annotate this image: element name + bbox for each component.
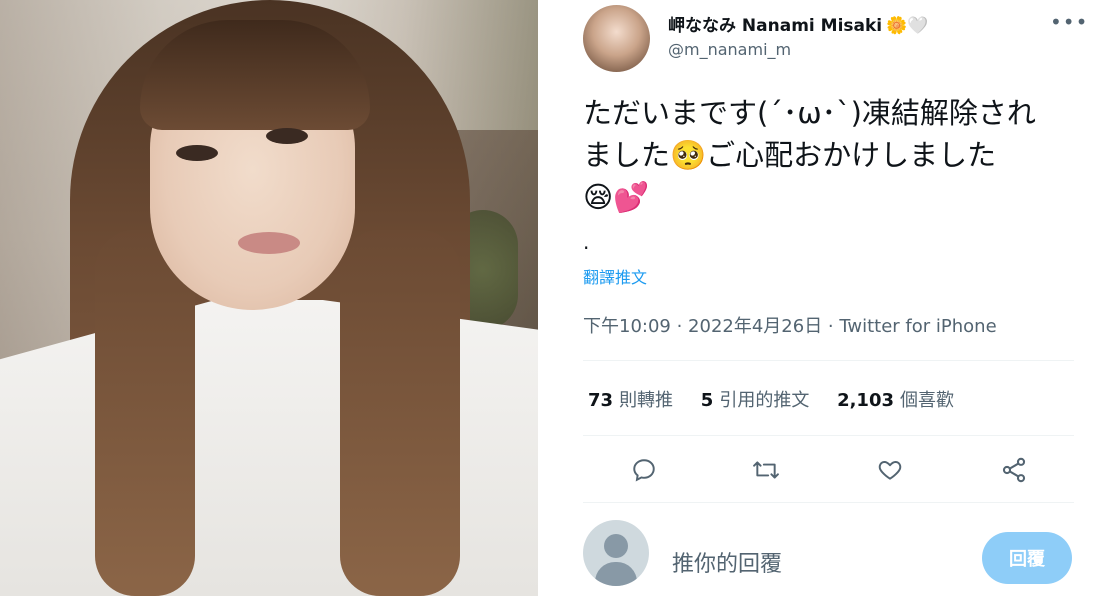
tweet-text: ただいまです(´･ω･`)凍結解除され ました🥺ご心配おかけしました 😪💕 (583, 92, 1079, 218)
tweet-line-2: ました🥺ご心配おかけしました (583, 138, 997, 172)
tweet-panel (538, 0, 1099, 596)
photo-hair-left (95, 230, 195, 596)
reply-input[interactable]: 推你的回覆 (672, 546, 782, 578)
user-avatar[interactable] (583, 5, 650, 72)
name-emoji: 🌼🤍 (886, 16, 929, 36)
tweet-line-3: 😪💕 (583, 180, 650, 214)
reply-icon[interactable] (624, 450, 664, 490)
retweets-stat[interactable]: 73 則轉推 (588, 390, 673, 411)
likes-label: 個喜歡 (900, 390, 954, 411)
avatar-head-shape (604, 534, 628, 558)
retweets-count: 73 (588, 390, 614, 411)
default-avatar-icon (583, 520, 649, 586)
reply-button[interactable]: 回覆 (982, 532, 1072, 584)
likes-count: 2,103 (837, 390, 894, 411)
tweet-screenshot: 岬ななみ Nanami Misaki 🌼🤍 @m_nanami_m ••• ただい… (0, 0, 1099, 596)
tweet-actions (620, 450, 1050, 490)
avatar-body-shape (595, 562, 637, 586)
display-name[interactable]: 岬ななみ Nanami Misaki 🌼🤍 (668, 11, 928, 36)
likes-stat[interactable]: 2,103 個喜歡 (837, 390, 954, 411)
photo-hair-right (340, 230, 460, 596)
share-icon[interactable] (994, 450, 1034, 490)
retweets-label: 則轉推 (619, 390, 674, 411)
quotes-count: 5 (700, 390, 714, 411)
display-name-text[interactable]: 岬ななみ Nanami Misaki (668, 16, 882, 36)
photo-eye-right (266, 128, 308, 144)
like-icon[interactable] (870, 450, 910, 490)
quotes-label: 引用的推文 (719, 390, 810, 411)
user-handle[interactable]: @m_nanami_m (668, 40, 791, 59)
more-icon[interactable]: ••• (1050, 10, 1088, 34)
photo-eye-left (176, 145, 218, 161)
translate-link[interactable]: 翻譯推文 (583, 264, 647, 288)
divider (583, 360, 1074, 361)
tweet-stats: 73 則轉推 5 引用的推文 2,103 個喜歡 (588, 386, 976, 412)
quotes-stat[interactable]: 5 引用的推文 (701, 390, 810, 411)
tweet-meta[interactable]: 下午10:09 · 2022年4月26日 · Twitter for iPhon… (583, 312, 997, 338)
tweet-photo[interactable] (0, 0, 538, 596)
retweet-icon[interactable] (746, 450, 786, 490)
divider (583, 435, 1074, 436)
tweet-dot: . (583, 230, 590, 254)
photo-lips (238, 232, 300, 254)
divider (583, 502, 1074, 503)
tweet-line-1: ただいまです(´･ω･`)凍結解除され (583, 96, 1036, 130)
